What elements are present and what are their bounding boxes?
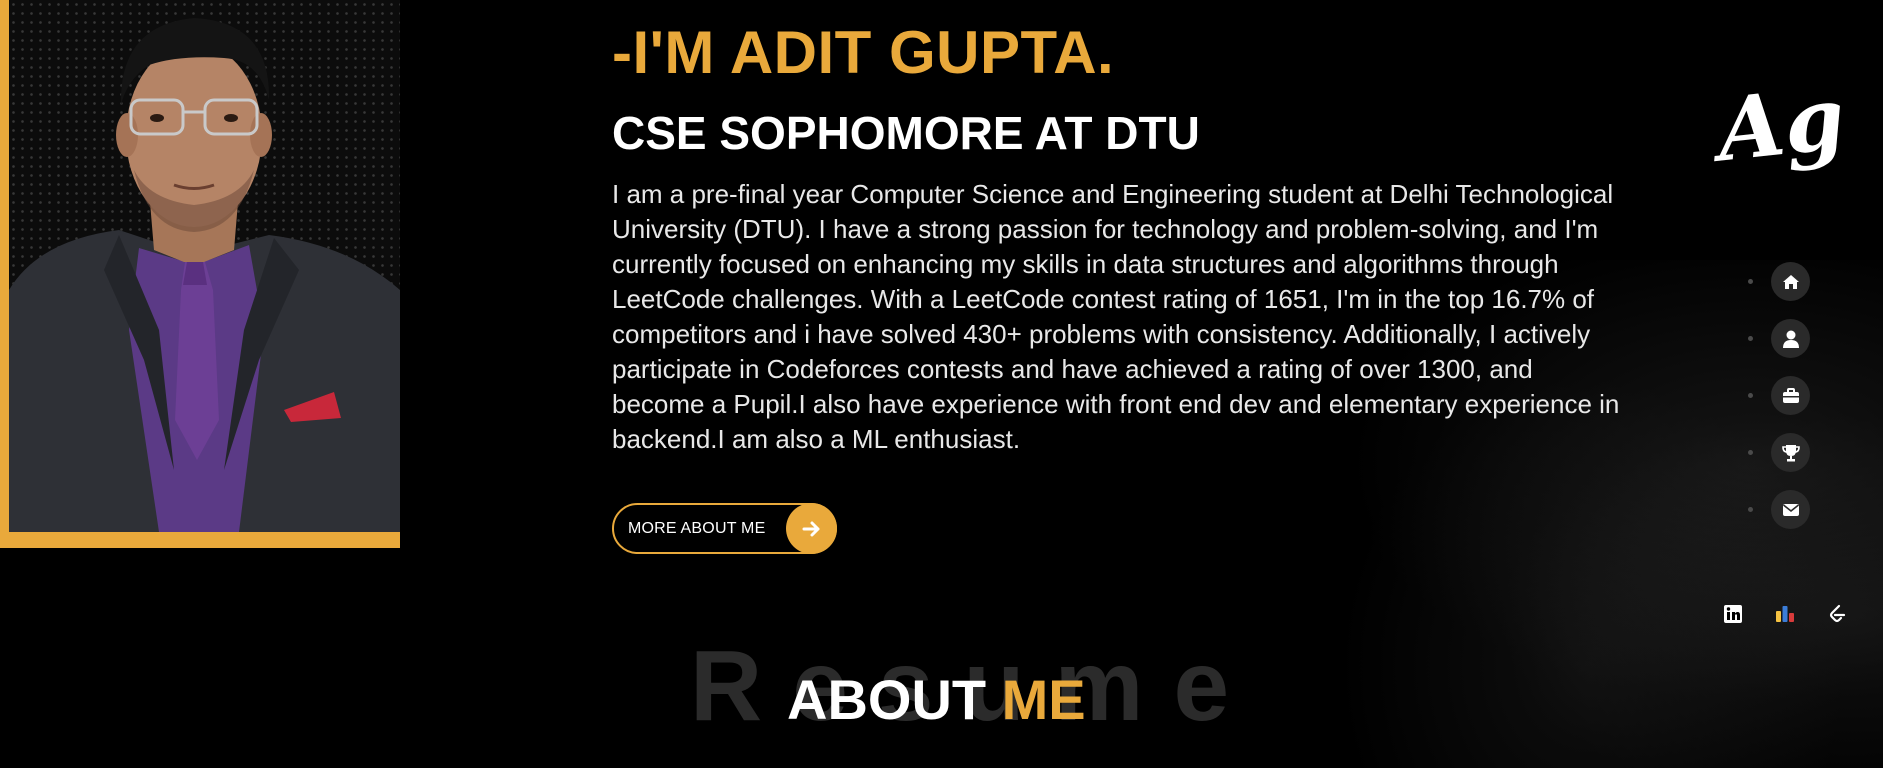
- hero-description: I am a pre-final year Computer Science a…: [612, 179, 1620, 454]
- trophy-icon: [1771, 433, 1810, 472]
- user-icon: [1771, 319, 1810, 358]
- nav-item-achievements[interactable]: [1748, 433, 1814, 472]
- side-nav: [1748, 262, 1814, 547]
- profile-photo: [9, 0, 400, 532]
- linkedin-icon[interactable]: [1722, 603, 1744, 625]
- about-title-word2: ME: [1001, 668, 1086, 731]
- about-title-word1: ABOUT: [787, 668, 987, 731]
- hero-subtitle: CSE SOPHOMORE AT DTU: [612, 107, 1200, 159]
- social-links: [1722, 603, 1848, 625]
- nav-dot: [1748, 336, 1753, 341]
- signature-logo[interactable]: Ag: [1706, 68, 1850, 200]
- nav-dot: [1748, 279, 1753, 284]
- nav-item-about[interactable]: [1748, 319, 1814, 358]
- codeforces-icon[interactable]: [1774, 603, 1796, 625]
- home-icon: [1771, 262, 1810, 301]
- photo-frame: [0, 0, 400, 548]
- nav-item-contact[interactable]: [1748, 490, 1814, 529]
- more-about-me-button[interactable]: MORE ABOUT ME: [612, 503, 837, 554]
- svg-text:Ag: Ag: [1712, 70, 1842, 182]
- more-about-me-label: MORE ABOUT ME: [628, 519, 766, 537]
- nav-item-experience[interactable]: [1748, 376, 1814, 415]
- nav-item-home[interactable]: [1748, 262, 1814, 301]
- briefcase-icon: [1771, 376, 1810, 415]
- envelope-icon: [1771, 490, 1810, 529]
- nav-dot: [1748, 393, 1753, 398]
- nav-dot: [1748, 507, 1753, 512]
- arrow-right-icon: [786, 503, 837, 554]
- page: -I'M ADIT GUPTA. CSE SOPHOMORE AT DTU I …: [0, 0, 1883, 768]
- about-title: ABOUT ME: [787, 672, 1086, 728]
- hero-title: -I'M ADIT GUPTA.: [612, 19, 1115, 86]
- nav-dot: [1748, 450, 1753, 455]
- leetcode-icon[interactable]: [1826, 603, 1848, 625]
